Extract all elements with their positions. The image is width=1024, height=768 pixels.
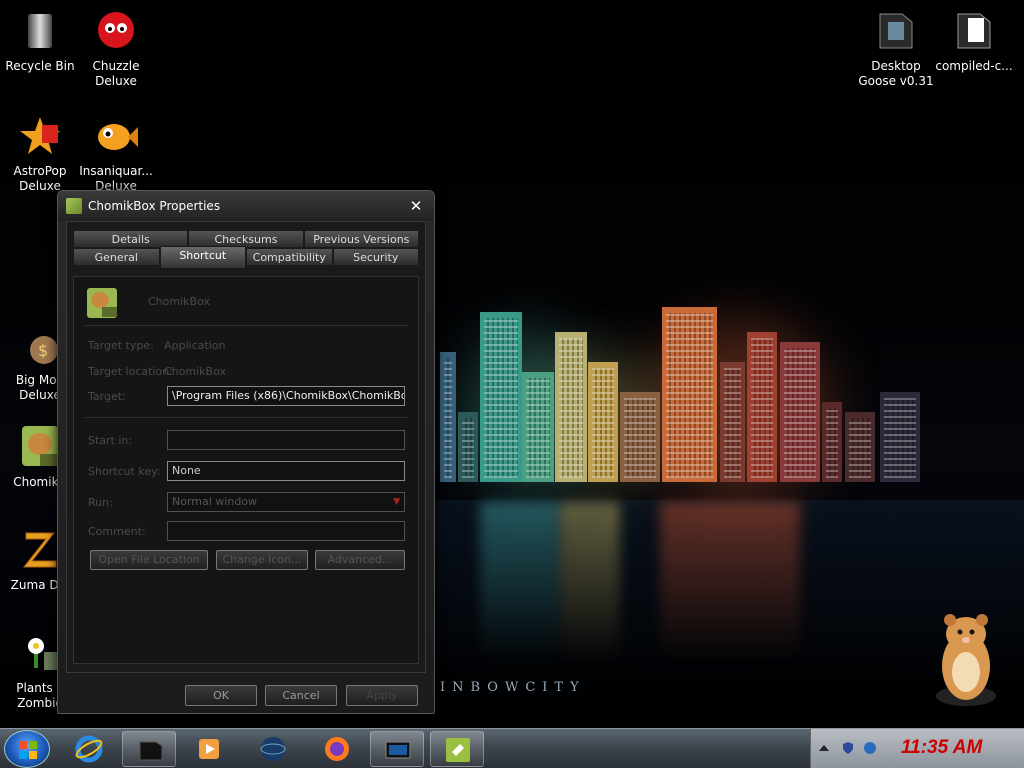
chomikbox-icon [66, 198, 82, 214]
close-icon[interactable]: ✕ [406, 196, 426, 216]
chuzzle-icon [98, 12, 134, 48]
terminal-icon [139, 741, 163, 761]
taskbar-display[interactable] [370, 731, 424, 767]
zuma-icon [22, 532, 57, 568]
start-in-input[interactable] [167, 430, 405, 450]
media-player-icon [199, 739, 219, 759]
plants-vs-zombies-icon [28, 638, 58, 670]
taskbar-terminal[interactable] [122, 731, 176, 767]
run-select-value: Normal window [172, 495, 258, 508]
display-icon [385, 741, 411, 759]
apply-button[interactable]: Apply [346, 685, 418, 706]
desktop-icon-desktop-goose[interactable]: Desktop Goose v0.31 [856, 8, 936, 89]
tab-security[interactable]: Security [332, 248, 419, 266]
svg-text:$: $ [38, 341, 48, 360]
start-button[interactable] [4, 730, 50, 768]
dialog-title: ChomikBox Properties [88, 199, 221, 213]
shortcut-key-label: Shortcut key: [88, 465, 161, 478]
target-input[interactable]: \Program Files (x86)\ChomikBox\ChomikBox… [167, 386, 405, 406]
wallpaper-title: INBOWCITY [440, 680, 586, 695]
taskbar-media-player[interactable] [182, 731, 236, 767]
desktop-icon-recycle-bin[interactable]: Recycle Bin [0, 8, 80, 74]
desktop-icon-label: Desktop Goose v0.31 [858, 59, 934, 88]
shortcut-key-input[interactable]: None [167, 461, 405, 481]
taskbar: 11:35 AM [0, 728, 1024, 768]
dialog-titlebar[interactable]: ChomikBox Properties ✕ [58, 191, 434, 221]
tab-shortcut[interactable]: Shortcut [159, 246, 246, 268]
tab-compatibility[interactable]: Compatibility [246, 248, 333, 266]
system-tray: 11:35 AM [810, 729, 1024, 768]
folder-icon [957, 13, 991, 49]
start-in-label: Start in: [88, 434, 133, 447]
taskbar-chomikbox[interactable] [430, 731, 484, 767]
target-location-label: Target location: [88, 365, 173, 378]
network-icon[interactable] [863, 741, 877, 755]
insaniquarium-icon [98, 124, 138, 150]
show-hidden-icons-icon[interactable] [817, 741, 831, 755]
tab-general[interactable]: General [73, 248, 160, 266]
shortcut-tab-panel: ChomikBox Target type: Application Targe… [73, 276, 419, 664]
dialog-body: Details Checksums Previous Versions Gene… [66, 221, 426, 673]
desktop-icon-label: Recycle Bin [5, 59, 75, 73]
run-select[interactable]: Normal window ▼ [167, 492, 405, 512]
properties-dialog: ChomikBox Properties ✕ Details Checksums… [57, 190, 435, 714]
tab-previous-versions[interactable]: Previous Versions [303, 230, 419, 248]
desktop-icon-insaniquarium[interactable]: Insaniquar... Deluxe [76, 113, 156, 194]
internet-explorer-icon [75, 735, 103, 763]
taskbar-firefox[interactable] [310, 731, 364, 767]
target-label: Target: [88, 390, 126, 403]
firefox-icon [325, 737, 349, 761]
windows-logo-icon [19, 741, 37, 759]
globe-icon [260, 737, 286, 761]
recycle-bin-icon [28, 14, 52, 48]
astropop-icon [20, 117, 60, 154]
advanced-button[interactable]: Advanced... [315, 550, 405, 570]
cancel-button[interactable]: Cancel [265, 685, 337, 706]
taskbar-clock[interactable]: 11:35 AM [901, 737, 982, 759]
chomikbox-icon [87, 288, 117, 318]
taskbar-internet-explorer[interactable] [62, 731, 116, 767]
target-location-value: ChomikBox [164, 365, 226, 378]
comment-input[interactable] [167, 521, 405, 541]
open-file-location-button[interactable]: Open File Location [90, 550, 208, 570]
comment-label: Comment: [88, 525, 146, 538]
run-label: Run: [88, 496, 113, 509]
desktop-goose-icon [879, 13, 913, 49]
hamster-mascot-icon [936, 614, 996, 706]
taskbar-globe[interactable] [246, 731, 300, 767]
desktop-icon-chuzzle[interactable]: Chuzzle Deluxe [76, 8, 156, 89]
desktop-icon-astropop[interactable]: AstroPop Deluxe [0, 113, 80, 194]
desktop-icon-label: Chuzzle Deluxe [92, 59, 140, 88]
desktop-icon-label: compiled-c... [935, 59, 1013, 73]
desktop-icon-compiled[interactable]: compiled-c... [934, 8, 1014, 74]
change-icon-button[interactable]: Change Icon... [216, 550, 308, 570]
big-money-icon: $ [30, 336, 58, 364]
chomikbox-icon [22, 426, 60, 466]
target-type-label: Target type: [88, 339, 154, 352]
ok-button[interactable]: OK [185, 685, 257, 706]
target-type-value: Application [164, 339, 226, 352]
shortcut-app-name: ChomikBox [148, 295, 210, 308]
green-app-icon [446, 738, 470, 762]
chevron-down-icon: ▼ [393, 497, 400, 507]
shield-icon[interactable] [841, 741, 855, 755]
